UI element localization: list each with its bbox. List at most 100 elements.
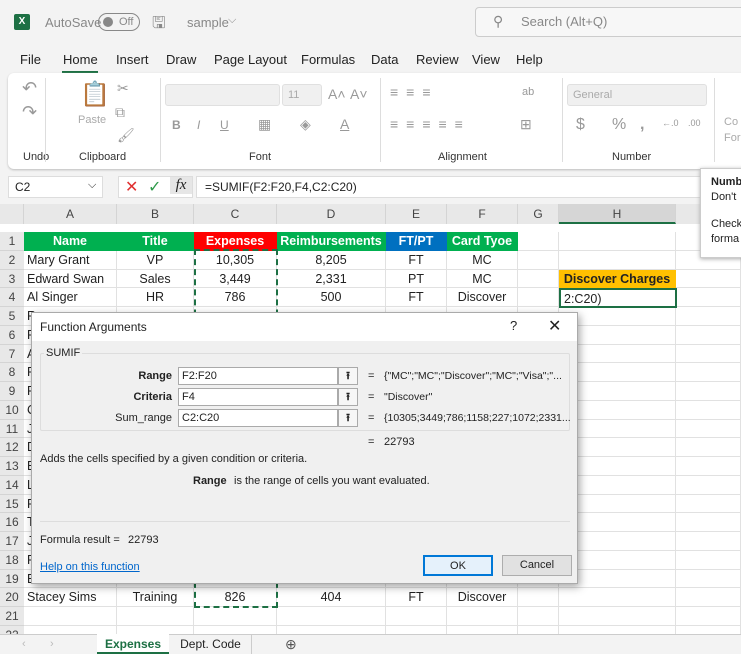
tab-file[interactable]: File [20,52,41,67]
vertical-align-icons[interactable]: ≡≡≡ [390,84,439,100]
column-title-cell[interactable]: Title [117,232,194,251]
cell[interactable] [518,250,559,270]
number-format-combo[interactable]: General [567,84,707,106]
font-name-combo[interactable] [165,84,280,106]
collapse-dialog-icon[interactable]: ⭱ [338,388,358,406]
row-header[interactable]: 5 [0,307,24,326]
row-header[interactable]: 7 [0,344,24,364]
cancel-button[interactable]: Cancel [502,555,572,576]
column-header-b[interactable]: B [117,204,194,224]
cell[interactable] [676,288,741,307]
merge-center-icon[interactable]: ⊞ [520,116,532,133]
cell[interactable] [676,307,741,326]
redo-icon[interactable]: ↷ [22,102,37,123]
comma-icon[interactable]: , [640,116,644,134]
cell[interactable] [518,607,559,626]
borders-icon[interactable]: ▦ [258,116,271,133]
close-icon[interactable]: ✕ [548,316,561,336]
copy-icon[interactable]: ⧉ [115,104,125,121]
argument-input-range[interactable]: F2:F20 [178,367,338,385]
collapse-dialog-icon[interactable]: ⭱ [338,367,358,385]
cell[interactable] [518,588,559,607]
cell[interactable] [559,250,676,270]
row-header[interactable]: 10 [0,400,24,420]
row-header[interactable]: 6 [0,325,24,345]
search-input[interactable]: Search (Alt+Q) [475,7,741,37]
cell[interactable] [676,419,741,439]
cell[interactable] [277,607,386,626]
wrap-text-icon[interactable]: ab [522,86,534,98]
insert-function-icon[interactable]: fx [170,177,192,194]
paste-icon[interactable]: 📋 [80,80,110,109]
cell[interactable] [676,513,741,532]
column-header-h[interactable]: H [559,204,676,224]
row-header[interactable]: 11 [0,419,24,439]
tab-page-layout[interactable]: Page Layout [214,52,287,67]
row-header[interactable]: 9 [0,382,24,401]
cell[interactable] [676,550,741,570]
cell[interactable] [518,232,559,251]
column-title-cell[interactable]: Name [24,232,117,251]
cell[interactable] [676,269,741,289]
cell[interactable] [559,232,676,251]
paste-label[interactable]: Paste [78,114,106,126]
column-title-cell[interactable]: FT/PT [386,232,447,251]
select-all-corner[interactable] [0,204,24,224]
row-header[interactable]: 18 [0,550,24,570]
fill-color-icon[interactable]: ◈ [300,116,311,133]
cell[interactable] [447,607,518,626]
cell[interactable] [676,325,741,345]
tab-view[interactable]: View [472,52,500,67]
cell[interactable] [676,363,741,382]
row-header[interactable]: 16 [0,513,24,532]
cell[interactable] [559,607,676,626]
collapse-dialog-icon[interactable]: ⭱ [338,409,358,427]
underline-icon[interactable]: U [220,118,229,132]
column-header-c[interactable]: C [194,204,277,224]
row-header[interactable]: 4 [0,288,24,307]
conditional-formatting-button[interactable]: Co For [724,114,741,146]
cell[interactable] [676,457,741,476]
cell[interactable] [676,588,741,607]
save-icon[interactable]: 🖫 [152,12,166,39]
undo-icon[interactable]: ↶ [22,78,37,99]
ok-button[interactable]: OK [423,555,493,576]
tab-insert[interactable]: Insert [116,52,149,67]
column-title-cell[interactable]: Reimbursements [277,232,386,251]
cell[interactable] [676,607,741,626]
cut-icon[interactable]: ✂ [117,80,129,97]
row-header[interactable]: 15 [0,494,24,514]
cell[interactable] [518,269,559,289]
cell[interactable] [676,569,741,589]
tab-home[interactable]: Home [63,52,98,67]
discover-charges-label[interactable]: Discover Charges [559,269,676,289]
cell[interactable] [386,607,447,626]
cell[interactable] [676,400,741,420]
formula-input[interactable]: =SUMIF(F2:F20,F4,C2:C20) [196,176,741,198]
tab-help[interactable]: Help [516,52,543,67]
scroll-left-icon[interactable]: ‹ [22,638,26,650]
column-header-a[interactable]: A [24,204,117,224]
row-header[interactable]: 3 [0,269,24,289]
help-link[interactable]: Help on this function [40,561,140,573]
font-color-icon[interactable]: A [340,116,349,132]
increase-font-icon[interactable]: A˄ [328,86,346,102]
italic-icon[interactable]: I [197,118,200,132]
cell[interactable] [117,607,194,626]
scroll-right-icon[interactable]: › [50,638,54,650]
decrease-font-icon[interactable]: A˅ [350,86,368,102]
argument-input-sum_range[interactable]: C2:C20 [178,409,338,427]
cell[interactable] [676,475,741,495]
row-header[interactable]: 13 [0,457,24,476]
column-title-cell[interactable]: Card Tyoe [447,232,518,251]
bold-icon[interactable]: B [172,118,181,132]
row-header[interactable]: 19 [0,569,24,589]
cell[interactable] [676,382,741,401]
format-painter-icon[interactable]: 🖌 [117,127,135,144]
row-header[interactable]: 17 [0,532,24,551]
decrease-decimal-icon[interactable]: .00 [688,118,701,128]
sheet-tab-expenses[interactable]: Expenses [97,634,169,654]
cell[interactable] [194,607,277,626]
cell[interactable] [676,494,741,514]
row-header[interactable]: 14 [0,475,24,495]
